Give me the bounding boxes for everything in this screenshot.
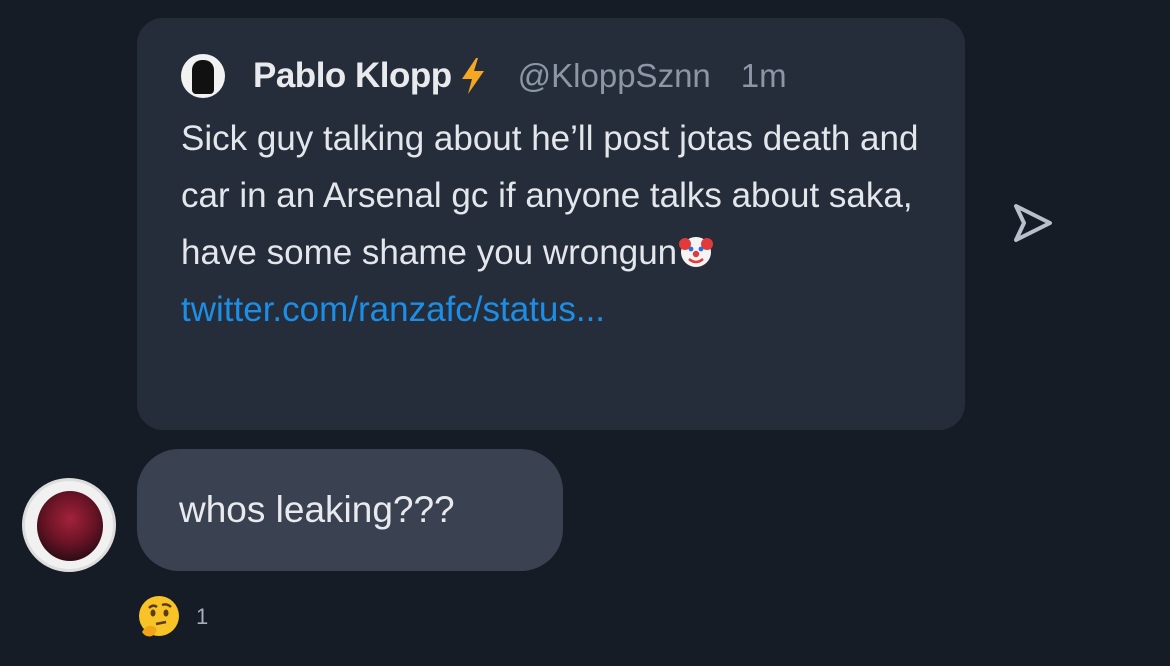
sender-avatar[interactable] (22, 478, 116, 572)
tweet-text: Sick guy talking about he’ll post jotas … (181, 119, 919, 272)
tweet-link[interactable]: twitter.com/ranzafc/status... (181, 290, 605, 329)
message-bubble[interactable]: whos leaking??? (137, 449, 563, 571)
reaction-count: 1 (196, 604, 209, 629)
message-reaction[interactable]: 1 (134, 590, 208, 644)
thinking-face-icon (139, 596, 179, 637)
clown-face-icon (679, 237, 714, 267)
quoted-tweet-card[interactable]: Pablo Klopp @KloppSznn 1m Sick guy talki… (137, 18, 965, 430)
message-text: whos leaking??? (179, 489, 455, 530)
tweet-body: Sick guy talking about he’ll post jotas … (181, 110, 921, 338)
lightning-bolt-icon (461, 58, 484, 94)
tweet-author-handle[interactable]: @KloppSznn (518, 57, 711, 95)
tweet-header: Pablo Klopp @KloppSznn 1m (181, 54, 921, 98)
send-arrow-icon[interactable] (1010, 200, 1056, 246)
dm-conversation-view: Pablo Klopp @KloppSznn 1m Sick guy talki… (0, 0, 1170, 666)
tweet-author-avatar[interactable] (181, 54, 225, 98)
tweet-timestamp: 1m (740, 57, 787, 94)
tweet-author-name[interactable]: Pablo Klopp (253, 56, 452, 96)
